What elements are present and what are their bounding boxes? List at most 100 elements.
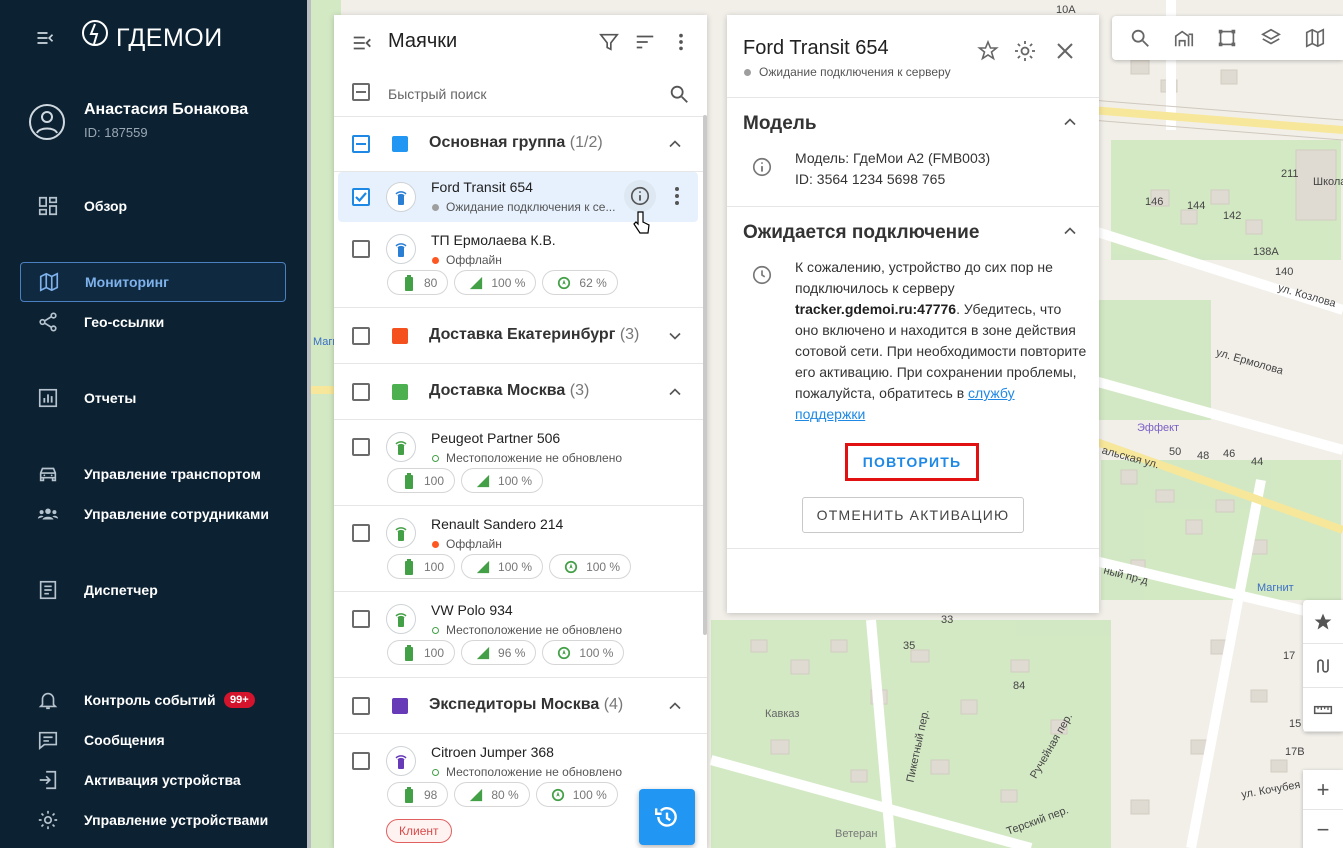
tracker-metrics: 98 80 % 100 % (387, 782, 618, 807)
route-button[interactable] (1303, 644, 1343, 688)
ruler-icon (1313, 705, 1333, 714)
search-icon[interactable] (1129, 27, 1151, 49)
sort-icon[interactable] (634, 31, 656, 53)
close-icon[interactable] (1053, 39, 1077, 63)
tracker-row-peugeot[interactable]: Peugeot Partner 506 Местоположение не об… (334, 420, 707, 506)
tracker-name: Citroen Jumper 368 (431, 744, 554, 760)
tracker-checkbox[interactable] (352, 610, 370, 628)
chevron-down-icon[interactable] (665, 326, 685, 346)
group-moscow-delivery[interactable]: Доставка Москва (3) (334, 364, 707, 420)
group-count: (3) (569, 382, 590, 399)
chevron-up-icon[interactable] (665, 382, 685, 402)
user-name[interactable]: Анастасия Бонакова (84, 101, 248, 119)
gear-icon (38, 810, 58, 830)
group-checkbox[interactable] (352, 327, 370, 345)
search-input[interactable] (388, 82, 658, 106)
nav-reports[interactable]: Отчеты (20, 378, 286, 418)
cancel-activation-button[interactable]: ОТМЕНИТЬ АКТИВАЦИЮ (802, 497, 1024, 533)
menu-collapse-icon[interactable] (34, 28, 56, 48)
tracker-checkbox[interactable] (352, 188, 370, 206)
tracker-checkbox[interactable] (352, 524, 370, 542)
layers-icon[interactable] (1260, 27, 1282, 49)
tracker-checkbox[interactable] (352, 438, 370, 456)
info-button[interactable] (624, 180, 656, 212)
gps-value: 100 % (572, 787, 607, 802)
tracker-name: VW Polo 934 (431, 602, 513, 618)
nav-label: Управление транспортом (84, 466, 261, 482)
tracker-status: Местоположение не обновлено (432, 451, 622, 465)
nav-employees[interactable]: Управление сотрудниками (20, 494, 286, 534)
nav-geolinks[interactable]: Гео-ссылки (20, 302, 286, 342)
more-vert-icon[interactable] (670, 31, 692, 53)
group-checkbox[interactable] (352, 135, 370, 153)
favorite-button[interactable] (1303, 600, 1343, 644)
filter-icon[interactable] (598, 31, 620, 53)
tracker-status-text: Местоположение не обновлено (446, 765, 623, 779)
nav-monitoring[interactable]: Мониторинг (20, 262, 286, 302)
chevron-up-icon[interactable] (665, 134, 685, 154)
ruler-button[interactable] (1303, 688, 1343, 732)
nav-vehicles[interactable]: Управление транспортом (20, 454, 286, 494)
battery-chip: 100 (387, 640, 456, 665)
group-checkbox[interactable] (352, 383, 370, 401)
star-settings-icon[interactable] (976, 39, 1000, 63)
zoom-in-button[interactable]: + (1303, 770, 1343, 810)
select-all-checkbox[interactable] (352, 83, 370, 101)
group-name: Доставка Екатеринбург (429, 326, 616, 343)
nav-overview[interactable]: Обзор (20, 186, 286, 226)
tracker-checkbox[interactable] (352, 240, 370, 258)
nav-activation[interactable]: Активация устройства (20, 760, 286, 800)
status-dot (744, 68, 751, 76)
nav-events[interactable]: Контроль событий 99+ (20, 680, 286, 720)
details-status-text: Ожидание подключения к серверу (759, 65, 951, 79)
tracker-name: ТП Ермолаева К.В. (431, 232, 556, 248)
chevron-up-icon[interactable] (1060, 112, 1080, 132)
history-icon (654, 807, 677, 827)
tracker-row-tp[interactable]: ТП Ермолаева К.В. Оффлайн 80 100 % 62 % (334, 222, 707, 308)
status-dot (432, 203, 439, 211)
nav-messages[interactable]: Сообщения (20, 720, 286, 760)
logo[interactable]: ГДЕМОИ (80, 17, 223, 59)
tracker-metrics: 100 96 % 100 % (387, 640, 625, 665)
tracker-row-renault[interactable]: Renault Sandero 214 Оффлайн 100 100 % 10… (334, 506, 707, 592)
panel-scrollbar[interactable] (703, 115, 707, 635)
search-bar (334, 71, 707, 117)
map-area-label: Кавказ (765, 708, 800, 720)
search-icon[interactable] (668, 83, 690, 105)
zoom-out-button[interactable]: − (1303, 810, 1343, 848)
nav-devices[interactable]: Управление устройствами (20, 800, 286, 840)
gps-icon (558, 276, 571, 289)
geofence-icon[interactable] (1216, 27, 1238, 49)
history-button[interactable] (639, 789, 695, 845)
avatar[interactable] (28, 103, 66, 141)
group-main[interactable]: Основная группа (1/2) (334, 116, 707, 172)
message-icon (38, 731, 58, 750)
retry-button[interactable]: ПОВТОРИТЬ (845, 443, 979, 481)
signal-icon (470, 788, 483, 801)
details-status: Ожидание подключения к серверу (744, 65, 951, 79)
tracker-status: Местоположение не обновлено (432, 765, 622, 779)
map-house-number: 35 (903, 640, 916, 652)
chevron-up-icon[interactable] (665, 696, 685, 716)
nav-label: Диспетчер (84, 582, 158, 598)
more-vert-icon[interactable] (670, 184, 684, 208)
group-color-swatch (392, 328, 408, 344)
tracker-row-vw[interactable]: VW Polo 934 Местоположение не обновлено … (334, 592, 707, 678)
map-type-icon[interactable] (1304, 27, 1326, 49)
chevron-up-icon[interactable] (1060, 221, 1080, 241)
nav-dispatcher[interactable]: Диспетчер (20, 570, 286, 610)
car-icon (39, 467, 57, 482)
places-icon[interactable] (1173, 27, 1195, 49)
group-forwarders[interactable]: Экспедиторы Москва (4) (334, 678, 707, 734)
tracker-checkbox[interactable] (352, 752, 370, 770)
client-tag[interactable]: Клиент (386, 819, 452, 843)
tracker-avatar (386, 432, 416, 462)
gear-icon[interactable] (1013, 39, 1037, 63)
collapse-panel-icon[interactable] (351, 32, 373, 54)
map-poi-label: Ветеран (835, 828, 878, 840)
tracker-icon (395, 755, 407, 769)
group-checkbox[interactable] (352, 697, 370, 715)
divider (727, 548, 1099, 549)
group-ekb[interactable]: Доставка Екатеринбург (3) (334, 308, 707, 364)
panel-title: Маячки (388, 30, 458, 52)
